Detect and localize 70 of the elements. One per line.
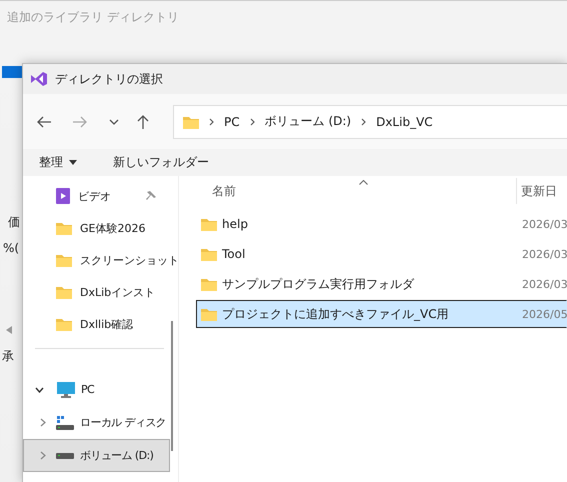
- new-folder-button[interactable]: 新しいフォルダー: [107, 152, 215, 173]
- nav-item[interactable]: GE体験2026: [23, 212, 178, 244]
- video-icon: [56, 188, 70, 204]
- tree-item[interactable]: PC: [23, 373, 170, 406]
- folder-icon: [201, 217, 217, 231]
- dialog-title: ディレクトリの選択: [55, 70, 163, 88]
- file-name: Tool: [222, 247, 246, 261]
- folder-icon: [56, 317, 72, 331]
- pin-icon: [146, 191, 156, 201]
- organize-button[interactable]: 整理: [33, 152, 83, 173]
- column-header[interactable]: 名前: [196, 182, 362, 200]
- chevron-right-icon: [209, 118, 214, 126]
- chevron-down-icon[interactable]: [35, 386, 44, 392]
- file-name: プロジェクトに追加すべきファイル_VC用: [222, 306, 449, 322]
- label-text: 承: [2, 348, 14, 365]
- chevron-right-icon: [250, 118, 255, 126]
- scrollbar[interactable]: [171, 321, 173, 451]
- folder-icon: [183, 114, 199, 128]
- chevron-right-icon[interactable]: [40, 418, 46, 427]
- nav-item-label: DxLibインスト: [80, 284, 156, 300]
- nav-item-label: スクリーンショット: [80, 252, 179, 268]
- folder-icon: [56, 253, 72, 267]
- nav-item[interactable]: スクリーンショット: [23, 244, 178, 276]
- nav-item-label: GE体験2026: [80, 220, 146, 236]
- drive-icon: [56, 416, 74, 430]
- left-arrow-icon: [6, 326, 12, 334]
- drive-icon: [56, 452, 74, 458]
- up-arrow-icon[interactable]: [137, 114, 149, 128]
- file-name: サンプルプログラム実行用フォルダ: [222, 276, 414, 292]
- nav-item-label: Dxllib確認: [80, 316, 134, 332]
- caret-icon: [69, 160, 77, 165]
- tree-item[interactable]: ローカル ディスク: [23, 406, 170, 439]
- sort-caret-icon[interactable]: [359, 180, 368, 185]
- folder-icon: [201, 277, 217, 291]
- tree-item[interactable]: ボリューム (D:): [23, 439, 170, 472]
- nav-item[interactable]: ビデオ: [23, 180, 178, 212]
- breadcrumb-item[interactable]: ボリューム (D:): [264, 113, 352, 130]
- date-text: 2026/03: [522, 278, 566, 290]
- file-row[interactable]: Tool 2026/03: [196, 240, 567, 268]
- label-text: 価: [8, 214, 20, 231]
- file-row[interactable]: サンプルプログラム実行用フォルダ 2026/03: [196, 270, 567, 298]
- nav-item[interactable]: Dxllib確認: [23, 308, 178, 340]
- breadcrumb-item[interactable]: PC: [224, 114, 240, 128]
- date-text: 2026/03: [522, 218, 566, 230]
- breadcrumb-item[interactable]: DxLib_VC: [376, 114, 433, 128]
- list-highlight: [2, 66, 22, 78]
- file-name: help: [222, 217, 248, 231]
- folder-icon: [201, 307, 217, 321]
- file-row[interactable]: プロジェクトに追加すべきファイル_VC用 2026/05: [196, 300, 567, 328]
- file-row[interactable]: help 2026/03: [196, 210, 567, 238]
- date-text: 2026/03: [522, 248, 566, 260]
- folder-icon: [56, 221, 72, 235]
- folder-icon: [56, 285, 72, 299]
- window-title: 追加のライブラリ ディレクトリ: [6, 9, 180, 26]
- chevron-right-icon[interactable]: [40, 451, 46, 460]
- column-header[interactable]: 更新日: [516, 178, 567, 204]
- tree-item-label: ローカル ディスク: [80, 415, 166, 430]
- chevron-right-icon: [361, 118, 366, 126]
- nav-item-label: ビデオ: [78, 188, 111, 204]
- tree-item-label: ボリューム (D:): [80, 448, 154, 463]
- app-logo-icon: [31, 72, 47, 86]
- back-arrow-icon[interactable]: [37, 116, 51, 128]
- folder-icon: [201, 247, 217, 261]
- nav-item[interactable]: DxLibインスト: [23, 276, 178, 308]
- address-bar[interactable]: PC ボリューム (D:) DxLib_VC: [173, 104, 567, 138]
- monitor-icon: [57, 382, 75, 398]
- chevron-down-icon[interactable]: [109, 118, 119, 124]
- date-text: 2026/05: [522, 308, 566, 320]
- label-text: %(: [3, 241, 20, 255]
- tree-item-label: PC: [81, 383, 94, 396]
